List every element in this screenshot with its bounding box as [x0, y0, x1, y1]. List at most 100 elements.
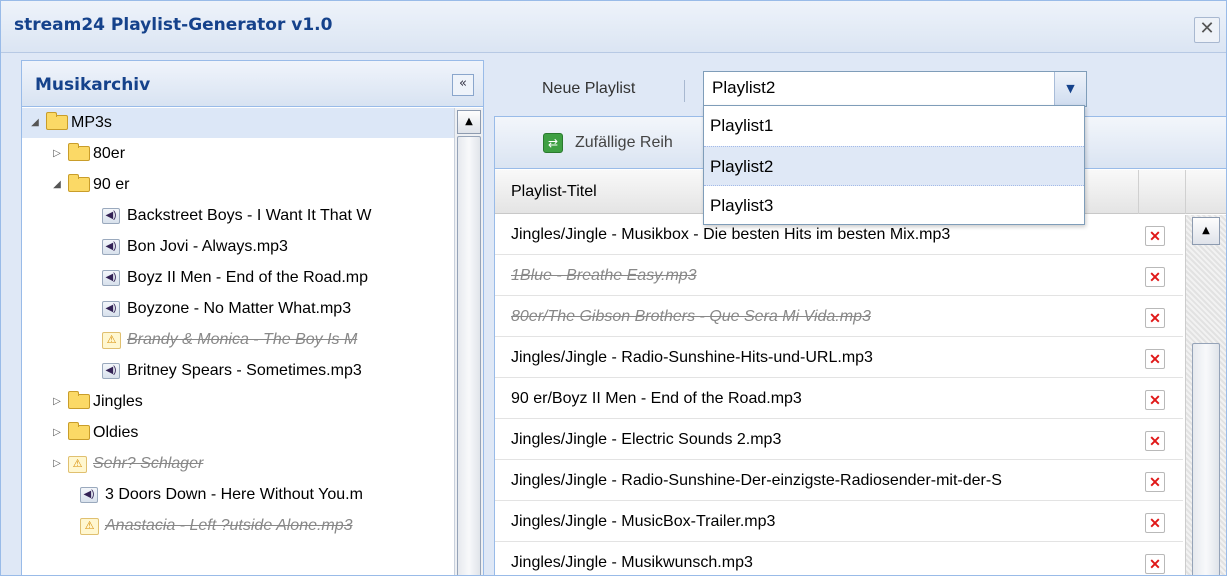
table-row[interactable]: Jingles/Jingle - Electric Sounds 2.mp3 ✕: [495, 420, 1183, 460]
folder-icon: [68, 174, 90, 192]
tree-folder[interactable]: ▷ Jingles: [22, 387, 454, 417]
warning-icon: ⚠: [68, 456, 87, 473]
archive-header: Musikarchiv «: [22, 61, 483, 107]
playlist-row-title: Jingles/Jingle - Electric Sounds 2.mp3: [511, 431, 782, 448]
playlist-row-title: 90 er/Boyz II Men - End of the Road.mp3: [511, 390, 802, 407]
tree-file[interactable]: ◀) Boyzone - No Matter What.mp3: [22, 294, 454, 324]
archive-tree: ◢ MP3s ▷ 80er ◢ 90 er ◀) Backstreet Boys - I Wa…: [22, 108, 454, 575]
tree-folder[interactable]: ▷ ⚠ Sehr? Schlager: [22, 449, 454, 479]
column-divider: [1138, 170, 1139, 214]
title-bar: stream24 Playlist-Generator v1.0 ✕: [1, 1, 1226, 53]
playlist-row-title: 80er/The Gibson Brothers - Que Sera Mi V…: [511, 308, 871, 325]
tree-item-label: Bon Jovi - Always.mp3: [127, 238, 288, 255]
expand-triangle-icon[interactable]: ◢: [50, 170, 64, 200]
warning-icon: ⚠: [80, 518, 99, 535]
close-button[interactable]: ✕: [1194, 17, 1220, 43]
speaker-icon: ◀): [102, 363, 120, 379]
archive-panel: Musikarchiv « ◢ MP3s ▷ 80er ◢ 90 er ◀) Backstre…: [21, 60, 484, 575]
tree-item-label: 80er: [93, 145, 126, 162]
expand-triangle-icon[interactable]: ◢: [28, 108, 42, 138]
tree-file[interactable]: ⚠ Anastacia - Left ?utside Alone.mp3: [22, 511, 454, 541]
tree-file[interactable]: ⚠ Brandy & Monica - The Boy Is M: [22, 325, 454, 355]
tree-file[interactable]: ◀) Backstreet Boys - I Want It That W: [22, 201, 454, 231]
scroll-thumb[interactable]: [457, 136, 481, 575]
speaker-icon: ◀): [102, 239, 120, 255]
speaker-icon: ◀): [80, 487, 98, 503]
table-row[interactable]: Jingles/Jingle - Radio-Sunshine-Hits-und…: [495, 338, 1183, 378]
table-row[interactable]: 1Blue - Breathe Easy.mp3 ✕: [495, 256, 1183, 296]
delete-icon[interactable]: ✕: [1145, 431, 1165, 451]
speaker-icon: ◀): [102, 301, 120, 317]
collapse-triangle-icon[interactable]: ▷: [50, 387, 64, 417]
delete-icon[interactable]: ✕: [1145, 308, 1165, 328]
shuffle-icon[interactable]: ⇄: [543, 133, 563, 153]
archive-scrollbar[interactable]: ▲: [454, 108, 483, 575]
playlist-dropdown: Playlist1 Playlist2 Playlist3: [703, 105, 1085, 225]
delete-icon[interactable]: ✕: [1145, 226, 1165, 246]
chevron-down-icon[interactable]: ▼: [1054, 72, 1086, 106]
dropdown-option[interactable]: Playlist3: [704, 186, 1084, 226]
tree-folder[interactable]: ▷ 80er: [22, 139, 454, 169]
playlist-row-title: Jingles/Jingle - Radio-Sunshine-Hits-und…: [511, 349, 873, 366]
collapse-triangle-icon[interactable]: ▷: [50, 139, 64, 169]
folder-icon: [68, 391, 90, 409]
table-row[interactable]: 80er/The Gibson Brothers - Que Sera Mi V…: [495, 297, 1183, 337]
tree-item-label: Anastacia - Left ?utside Alone.mp3: [105, 517, 353, 534]
tree-item-label: 3 Doors Down - Here Without You.m: [105, 486, 363, 503]
scroll-up-button[interactable]: ▲: [457, 110, 481, 134]
tree-item-label: 90 er: [93, 176, 130, 193]
tree-file[interactable]: ◀) Bon Jovi - Always.mp3: [22, 232, 454, 262]
delete-icon[interactable]: ✕: [1145, 554, 1165, 574]
dropdown-option[interactable]: Playlist1: [704, 106, 1084, 146]
playlist-row-title: 1Blue - Breathe Easy.mp3: [511, 267, 697, 284]
tree-item-label: Jingles: [93, 393, 143, 410]
folder-icon: [68, 422, 90, 440]
tree-file[interactable]: ◀) Britney Spears - Sometimes.mp3: [22, 356, 454, 386]
playlist-row-title: Jingles/Jingle - MusicBox-Trailer.mp3: [511, 513, 776, 530]
delete-icon[interactable]: ✕: [1145, 513, 1165, 533]
window-title: stream24 Playlist-Generator v1.0: [14, 15, 333, 35]
grid-scroll-up-button[interactable]: ▲: [1192, 217, 1220, 245]
collapse-panel-button[interactable]: «: [452, 74, 474, 96]
toolbar-separator: [684, 80, 685, 102]
table-row[interactable]: Jingles/Jingle - Radio-Sunshine-Der-einz…: [495, 461, 1183, 501]
dropdown-option[interactable]: Playlist2: [704, 146, 1084, 186]
tree-item-label: Backstreet Boys - I Want It That W: [127, 207, 372, 224]
shuffle-button[interactable]: Zufällige Reih: [575, 134, 673, 152]
tree-folder[interactable]: ◢ 90 er: [22, 170, 454, 200]
tree-item-label: Brandy & Monica - The Boy Is M: [127, 331, 358, 348]
new-playlist-label[interactable]: Neue Playlist: [542, 80, 635, 98]
tree-item-label: Boyzone - No Matter What.mp3: [127, 300, 352, 317]
speaker-icon: ◀): [102, 270, 120, 286]
archive-title: Musikarchiv: [35, 75, 151, 95]
tree-folder[interactable]: ◢ MP3s: [22, 108, 454, 138]
table-row[interactable]: Jingles/Jingle - Musikwunsch.mp3 ✕: [495, 543, 1183, 575]
delete-icon[interactable]: ✕: [1145, 349, 1165, 369]
tree-item-label: Sehr? Schlager: [93, 455, 204, 472]
collapse-triangle-icon[interactable]: ▷: [50, 418, 64, 448]
delete-icon[interactable]: ✕: [1145, 472, 1165, 492]
tree-item-label: Oldies: [93, 424, 139, 441]
delete-icon[interactable]: ✕: [1145, 390, 1165, 410]
folder-icon: [46, 112, 68, 130]
grid-scroll-thumb[interactable]: [1192, 343, 1220, 575]
table-row[interactable]: 90 er/Boyz II Men - End of the Road.mp3 ✕: [495, 379, 1183, 419]
tree-folder[interactable]: ▷ Oldies: [22, 418, 454, 448]
tree-item-label: Boyz II Men - End of the Road.mp: [127, 269, 369, 286]
tree-file[interactable]: ◀) Boyz II Men - End of the Road.mp: [22, 263, 454, 293]
playlist-combo[interactable]: Playlist2 ▼: [703, 71, 1087, 107]
collapse-triangle-icon[interactable]: ▷: [50, 449, 64, 479]
column-header-title[interactable]: Playlist-Titel: [511, 183, 597, 201]
playlist-combo-value[interactable]: Playlist2: [712, 78, 775, 98]
app-window: stream24 Playlist-Generator v1.0 ✕ Musik…: [0, 0, 1227, 576]
playlist-row-title: Jingles/Jingle - Radio-Sunshine-Der-einz…: [511, 472, 1002, 489]
folder-icon: [68, 143, 90, 161]
tree-item-label: Britney Spears - Sometimes.mp3: [127, 362, 362, 379]
speaker-icon: ◀): [102, 208, 120, 224]
delete-icon[interactable]: ✕: [1145, 267, 1165, 287]
grid-scrollbar[interactable]: ▲: [1185, 215, 1226, 575]
tree-file[interactable]: ◀) 3 Doors Down - Here Without You.m: [22, 480, 454, 510]
tree-item-label: MP3s: [71, 114, 112, 131]
column-divider: [1185, 170, 1186, 214]
table-row[interactable]: Jingles/Jingle - MusicBox-Trailer.mp3 ✕: [495, 502, 1183, 542]
